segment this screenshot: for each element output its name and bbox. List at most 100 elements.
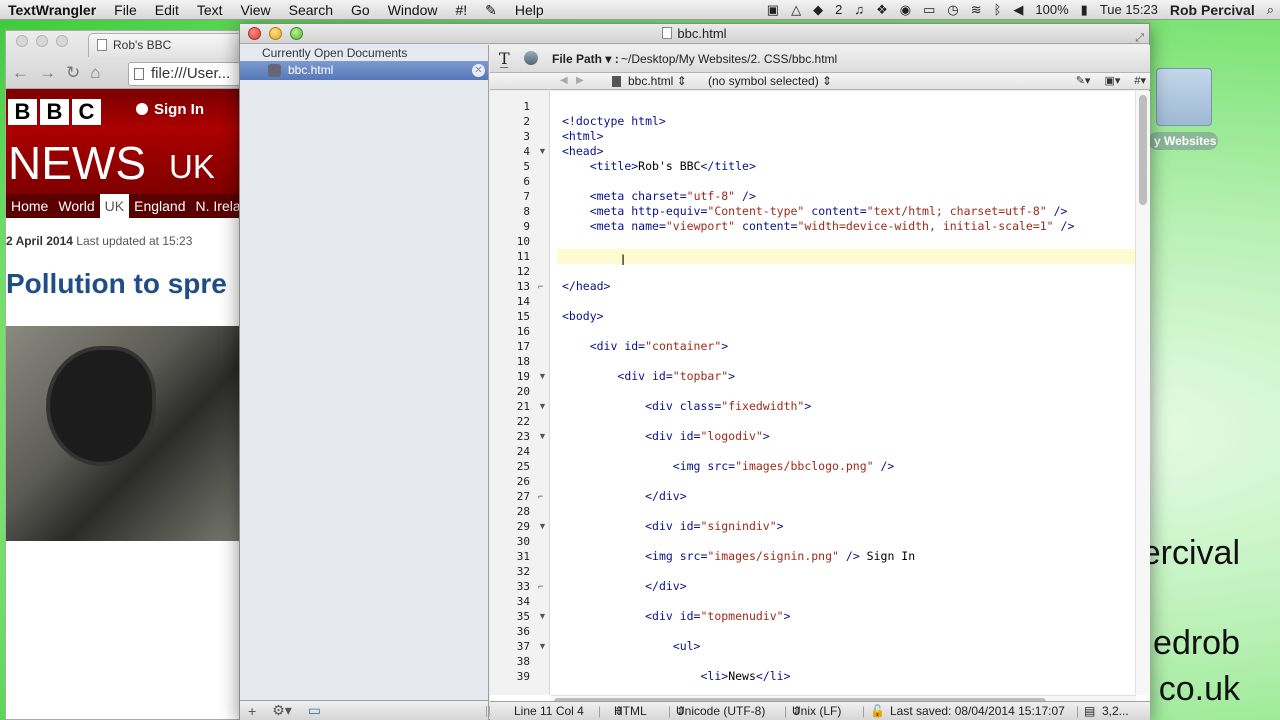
code-line[interactable]: <li>News</li> (562, 669, 790, 684)
nav-home[interactable]: Home (6, 194, 53, 218)
code-line[interactable]: <!doctype html> (562, 114, 666, 129)
fold-triangle-icon[interactable]: ▼ (538, 144, 547, 159)
fold-end-icon[interactable]: ⌐ (538, 579, 543, 594)
symbol-popup[interactable]: (no symbol selected) ⇕ (708, 73, 832, 89)
fold-end-icon[interactable]: ⌐ (538, 489, 543, 504)
spotlight-icon[interactable]: ⌕ (1261, 0, 1280, 20)
menu-search[interactable]: Search (280, 0, 342, 20)
menu-scripts[interactable]: #! (446, 0, 476, 20)
close-button[interactable] (248, 27, 261, 40)
volume-icon[interactable]: ◀ (1007, 0, 1029, 20)
sidebar-toggle-icon[interactable]: ▭ (300, 702, 329, 719)
code-line[interactable]: <ul> (562, 639, 701, 654)
code-line[interactable]: <img src="images/signin.png" /> Sign In (562, 549, 915, 564)
wifi-icon[interactable]: ≋ (965, 0, 988, 20)
clock[interactable]: Tue 15:23 (1094, 0, 1164, 20)
back-arrow-icon[interactable]: ← (12, 63, 29, 83)
language-popup[interactable]: HTML ⇕ (614, 702, 647, 720)
fold-triangle-icon[interactable]: ▼ (538, 399, 547, 414)
scripts-icon[interactable]: ✎ (476, 0, 506, 20)
article-headline[interactable]: Pollution to spre (6, 248, 244, 300)
status-count[interactable]: 2 (829, 0, 848, 20)
close-button[interactable] (16, 35, 28, 47)
nav-world[interactable]: World (53, 194, 99, 218)
desktop-folder-label[interactable]: y Websites (1148, 132, 1218, 150)
code-line[interactable]: <div id="container"> (562, 339, 729, 354)
menu-go[interactable]: Go (342, 0, 379, 20)
close-document-icon[interactable]: ✕ (472, 64, 485, 77)
menu-window[interactable]: Window (379, 0, 447, 20)
browser-tab[interactable]: Rob's BBC (88, 33, 244, 57)
code-line[interactable]: <div id="logodiv"> (562, 429, 770, 444)
battery-percent[interactable]: 100% (1029, 0, 1074, 20)
code-line[interactable]: <div id="topmenudiv"> (562, 609, 790, 624)
bluetooth-icon[interactable]: ᛒ (988, 0, 1008, 20)
fold-triangle-icon[interactable]: ▼ (538, 639, 547, 654)
code-line[interactable]: </div> (562, 489, 687, 504)
dropbox-icon[interactable]: ❖ (870, 0, 894, 20)
reload-icon[interactable]: ↻ (66, 63, 80, 83)
add-icon[interactable]: + (240, 703, 264, 719)
code-line[interactable]: <title>Rob's BBC</title> (562, 159, 756, 174)
code-line[interactable]: <meta charset="utf-8" /> (562, 189, 756, 204)
code-line[interactable]: </head> (562, 279, 610, 294)
drive-icon[interactable]: △ (785, 0, 807, 20)
fold-triangle-icon[interactable]: ▼ (538, 429, 547, 444)
encoding-popup[interactable]: Unicode (UTF-8) ⇕ (676, 702, 765, 720)
vertical-scrollbar[interactable] (1135, 91, 1150, 695)
fold-triangle-icon[interactable]: ▼ (538, 609, 547, 624)
code-line[interactable]: <head> (562, 144, 604, 159)
file-path-popup[interactable]: File Path ▾ : (552, 52, 619, 66)
nav-england[interactable]: England (129, 194, 190, 218)
code-line[interactable]: <meta http-equiv="Content-type" content=… (562, 204, 1068, 219)
gear-icon[interactable]: ⚙▾ (264, 702, 300, 719)
fold-end-icon[interactable]: ⌐ (538, 279, 543, 294)
code-text-area[interactable]: <!doctype html> <html> <head> <title>Rob's… (551, 91, 1136, 695)
zoom-button[interactable] (56, 35, 68, 47)
bbc-logo[interactable]: B B C (8, 99, 101, 125)
lock-icon[interactable]: 🔓 (870, 702, 885, 720)
user-menu[interactable]: Rob Percival (1164, 0, 1261, 20)
nav-uk[interactable]: UK (99, 194, 130, 218)
time-machine-icon[interactable]: ◷ (941, 0, 964, 20)
code-line[interactable]: <div class="fixedwidth"> (562, 399, 811, 414)
menu-file[interactable]: File (105, 0, 146, 20)
address-bar[interactable]: file:///User... (128, 62, 244, 86)
document-stats-icon[interactable]: ▤ (1084, 702, 1095, 720)
code-editor[interactable]: 1 2 3 4 ▼ 5 6 7 8 9 10 11 12 13 ⌐ 14 15 16 17 18 19 ▼ 20 21 ▼ 22 2… (490, 91, 1150, 720)
minimize-button[interactable] (269, 27, 282, 40)
code-line[interactable]: <div id="signindiv"> (562, 519, 784, 534)
open-document-item[interactable]: bbc.html ✕ (240, 61, 488, 80)
nav-arrows-icon[interactable]: ◀ ▶ (560, 73, 584, 89)
document-stats[interactable]: 3,2... (1102, 702, 1129, 720)
menu-view[interactable]: View (232, 0, 280, 20)
code-line[interactable]: <div id="topbar"> (562, 369, 735, 384)
home-icon[interactable]: ⌂ (90, 63, 100, 83)
menu-edit[interactable]: Edit (146, 0, 188, 20)
counterpart-icon[interactable]: ▣▾ (1104, 73, 1120, 89)
bell-icon[interactable]: ♫ (848, 0, 870, 20)
screen-icon[interactable]: ▣ (761, 0, 785, 20)
code-line[interactable]: </div> (562, 579, 687, 594)
app-menu[interactable]: TextWrangler (0, 0, 105, 20)
code-line[interactable]: <html> (562, 129, 604, 144)
code-line[interactable]: <meta name="viewport" content="width=dev… (562, 219, 1075, 234)
menu-text[interactable]: Text (188, 0, 232, 20)
file-menu-popup[interactable]: bbc.html ⇕ (610, 73, 687, 89)
hash-icon[interactable]: #▾ (1134, 73, 1146, 89)
folder-icon[interactable] (1150, 62, 1212, 126)
battery-icon[interactable]: ▮ (1075, 0, 1094, 20)
cursor-position[interactable]: Line 11 Col 4 (514, 702, 584, 720)
fold-triangle-icon[interactable]: ▼ (538, 369, 547, 384)
forward-arrow-icon[interactable]: → (39, 63, 56, 83)
sync-icon[interactable]: ◉ (894, 0, 917, 20)
code-line[interactable]: <img src="images/bbclogo.png" /> (562, 459, 895, 474)
scrollbar-thumb[interactable] (1139, 95, 1147, 205)
text-options-icon[interactable]: T̲ (499, 49, 510, 68)
zoom-button[interactable] (290, 27, 303, 40)
evernote-icon[interactable]: ◆ (807, 0, 829, 20)
battery-meter-icon[interactable]: ▭ (917, 0, 941, 20)
tools-icon[interactable] (524, 51, 538, 65)
fold-triangle-icon[interactable]: ▼ (538, 519, 547, 534)
nav-n-ireland[interactable]: N. Irela (191, 194, 244, 218)
